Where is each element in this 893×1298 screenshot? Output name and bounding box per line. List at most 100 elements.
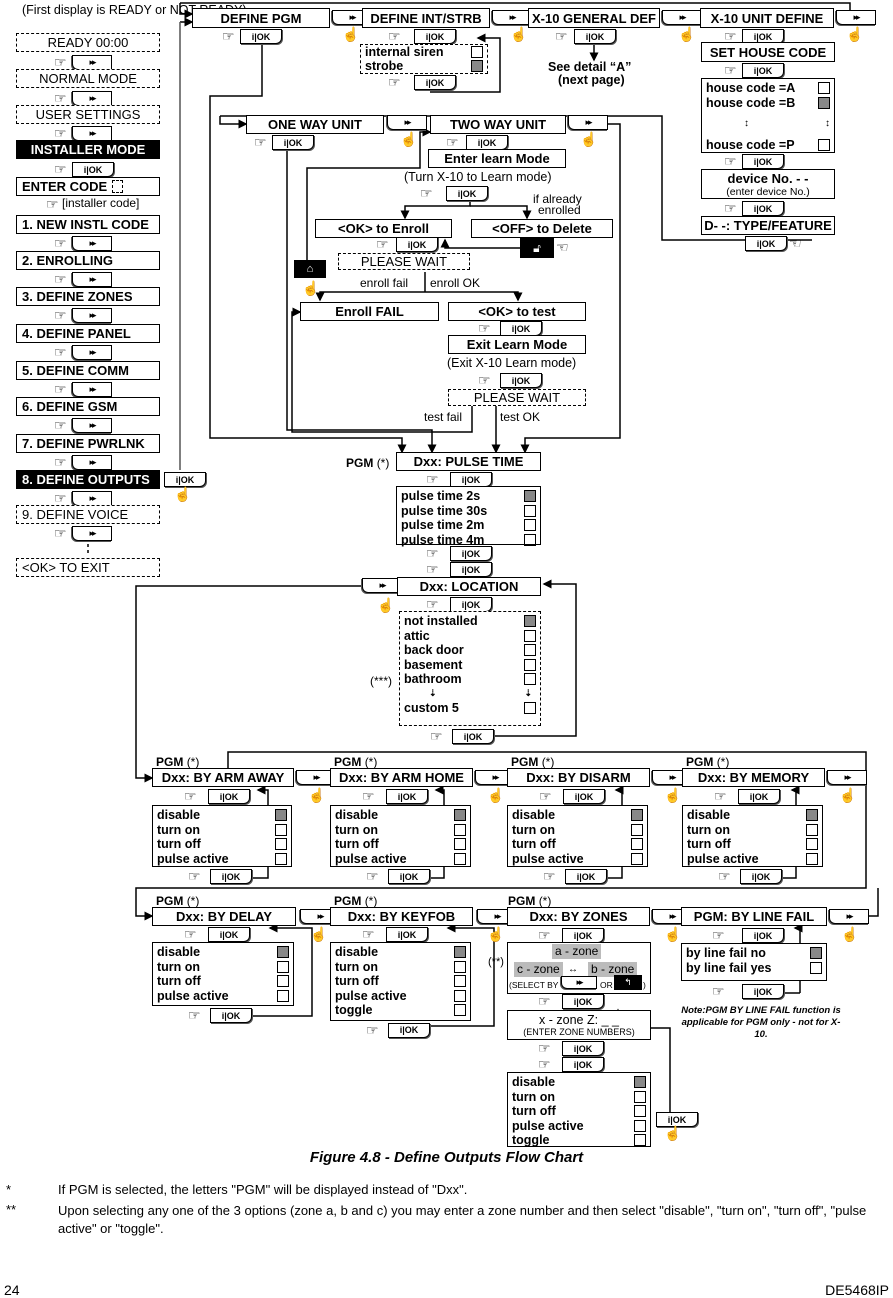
checkbox[interactable] <box>454 946 466 959</box>
option-row[interactable]: by line fail yes <box>686 961 822 976</box>
next-button[interactable]: ▸▸ <box>72 418 112 433</box>
ok-button[interactable]: i|OK <box>386 927 428 942</box>
checkbox[interactable] <box>818 82 830 95</box>
x10-unit-define-box[interactable]: X-10 UNIT DEFINE <box>700 8 834 28</box>
option-row[interactable]: turn on <box>157 823 287 838</box>
checkbox[interactable] <box>277 975 289 988</box>
ok-button[interactable]: i|OK <box>450 546 492 561</box>
location-title[interactable]: Dxx: LOCATION <box>397 577 541 596</box>
next-button[interactable]: ▸▸ <box>662 10 702 25</box>
type-feature-box[interactable]: D- -: TYPE/FEATURE <box>701 216 835 235</box>
ok-button[interactable]: i|OK <box>740 869 782 884</box>
option-row[interactable]: disable <box>157 945 289 960</box>
x10-general-box[interactable]: X-10 GENERAL DEF <box>528 8 660 28</box>
checkbox[interactable] <box>810 961 822 974</box>
ok-button[interactable]: i|OK <box>565 869 607 884</box>
ok-button[interactable]: i|OK <box>452 729 494 744</box>
ok-button[interactable]: i|OK <box>210 1008 252 1023</box>
next-button[interactable]: ▸▸ <box>72 308 112 323</box>
off-to-delete-box[interactable]: <OFF> to Delete <box>471 219 613 238</box>
device-no-box[interactable]: device No. - - (enter device No.) <box>701 169 835 199</box>
menu-ready[interactable]: READY 00:00 <box>16 33 160 52</box>
define-int-strb-box[interactable]: DEFINE INT/STRB <box>362 8 490 28</box>
checkbox[interactable] <box>454 838 466 851</box>
next-button[interactable]: ▸▸ <box>387 115 427 130</box>
option-row[interactable]: back door <box>404 643 536 658</box>
ok-button[interactable]: i|OK <box>386 789 428 804</box>
two-way-unit-box[interactable]: TWO WAY UNIT <box>430 115 566 134</box>
enter-learn-mode-box[interactable]: Enter learn Mode <box>428 149 566 168</box>
menu-item[interactable]: 4. DEFINE PANEL <box>16 324 160 343</box>
option-row[interactable]: bathroom <box>404 672 536 687</box>
checkbox[interactable] <box>524 519 536 532</box>
checkbox[interactable] <box>277 946 289 959</box>
checkbox[interactable] <box>806 823 818 836</box>
option-row[interactable]: disable <box>335 808 466 823</box>
menu-exit[interactable]: <OK> TO EXIT <box>16 558 160 577</box>
next-button[interactable]: ▸▸ <box>72 272 112 287</box>
option-row[interactable]: disable <box>687 808 818 823</box>
option-row[interactable]: strobe <box>365 59 483 73</box>
checkbox[interactable] <box>810 947 822 960</box>
option-row[interactable]: turn off <box>687 837 818 852</box>
option-row[interactable]: internal siren <box>365 45 483 59</box>
ok-button[interactable]: i|OK <box>562 1057 604 1072</box>
option-row[interactable]: turn off <box>512 837 643 852</box>
ok-button[interactable]: i|OK <box>210 869 252 884</box>
option-row[interactable]: turn on <box>335 823 466 838</box>
option-row[interactable]: pulse active <box>335 989 466 1004</box>
option-row[interactable]: toggle <box>335 1003 466 1018</box>
c-zone-option[interactable]: c - zone <box>514 962 563 977</box>
a-zone-option[interactable]: a - zone <box>552 944 602 959</box>
ok-button[interactable]: i|OK <box>563 789 605 804</box>
option-row[interactable]: turn on <box>157 960 289 975</box>
option-row[interactable]: house code =P <box>706 138 830 153</box>
option-row[interactable]: turn off <box>157 837 287 852</box>
option-row[interactable]: pulse active <box>335 852 466 867</box>
option-row[interactable]: basement <box>404 658 536 673</box>
checkbox[interactable] <box>275 852 287 865</box>
checkbox[interactable] <box>631 838 643 851</box>
checkbox[interactable] <box>634 1134 646 1147</box>
option-row[interactable]: pulse time 30s <box>401 504 536 519</box>
enroll-fail-box[interactable]: Enroll FAIL <box>300 302 439 321</box>
next-button[interactable]: ▸▸ <box>72 526 112 541</box>
option-row[interactable]: turn off <box>512 1104 646 1119</box>
checkbox[interactable] <box>631 809 643 822</box>
next-button[interactable]: ▸▸ <box>362 578 402 593</box>
option-row[interactable]: disable <box>335 945 466 960</box>
checkbox[interactable] <box>275 838 287 851</box>
set-house-code-box[interactable]: SET HOUSE CODE <box>701 42 835 62</box>
option-row[interactable]: pulse active <box>157 852 287 867</box>
checkbox[interactable] <box>275 809 287 822</box>
trigger-title[interactable]: Dxx: BY DELAY <box>152 907 296 926</box>
checkbox[interactable] <box>524 615 536 628</box>
checkbox[interactable] <box>524 701 536 714</box>
trigger-title[interactable]: Dxx: BY ARM AWAY <box>152 768 294 787</box>
ok-button[interactable]: i|OK <box>450 562 492 577</box>
next-button[interactable]: ▸▸ <box>72 55 112 70</box>
option-row[interactable]: turn on <box>687 823 818 838</box>
checkbox[interactable] <box>524 673 536 686</box>
enter-code-field[interactable]: ENTER CODE <box>16 177 160 196</box>
checkbox[interactable] <box>454 852 466 865</box>
menu-item[interactable]: 7. DEFINE PWRLNK <box>16 434 160 453</box>
ok-button[interactable]: i|OK <box>466 135 508 150</box>
option-row[interactable]: not installed <box>404 614 536 629</box>
ok-button[interactable]: i|OK <box>450 597 492 612</box>
next-button[interactable]: ▸▸ <box>72 491 112 506</box>
option-row[interactable]: pulse time 2m <box>401 518 536 533</box>
ok-button[interactable]: i|OK <box>562 994 604 1009</box>
checkbox[interactable] <box>524 658 536 671</box>
option-row[interactable]: attic <box>404 629 536 644</box>
next-button[interactable]: ▸▸ <box>72 345 112 360</box>
next-button[interactable]: ▸▸ <box>72 236 112 251</box>
checkbox[interactable] <box>524 644 536 657</box>
ok-button[interactable]: i|OK <box>500 373 542 388</box>
option-row[interactable]: pulse time 2s <box>401 489 536 504</box>
ok-to-test-box[interactable]: <OK> to test <box>448 302 586 321</box>
next-button[interactable]: ▸▸ <box>72 382 112 397</box>
menu-item[interactable]: 1. NEW INSTL CODE <box>16 215 160 234</box>
menu-item[interactable]: 3. DEFINE ZONES <box>16 287 160 306</box>
menu-item[interactable]: 8. DEFINE OUTPUTS <box>16 470 160 489</box>
